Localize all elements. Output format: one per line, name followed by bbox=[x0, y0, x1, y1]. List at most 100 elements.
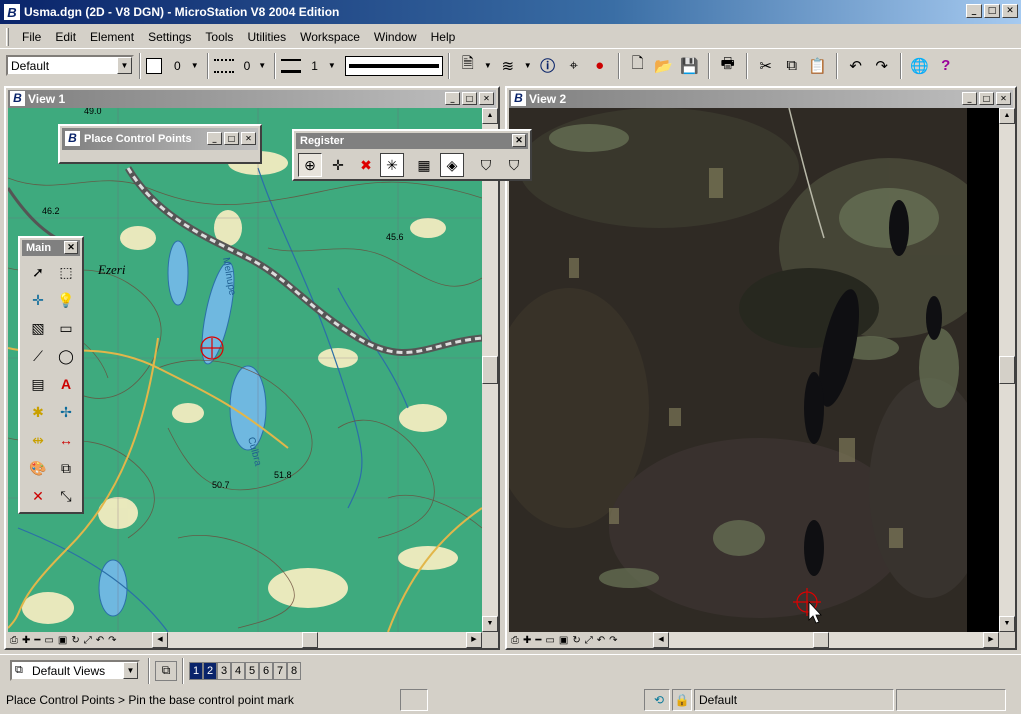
measure-distance-icon[interactable]: ↔ bbox=[54, 428, 78, 452]
snap-target-icon[interactable]: ⌖ bbox=[562, 54, 586, 78]
new-file-icon[interactable]: 🗋 bbox=[626, 54, 650, 78]
menu-tools[interactable]: Tools bbox=[198, 30, 240, 44]
window-area-icon[interactable]: ▭ bbox=[545, 635, 554, 646]
menu-element[interactable]: Element bbox=[83, 30, 141, 44]
scroll-left-icon[interactable]: ◀ bbox=[152, 632, 168, 648]
view-print-icon[interactable]: ⎙ bbox=[10, 635, 18, 646]
open-folder-icon[interactable]: 📂 bbox=[652, 54, 676, 78]
view-1-vscroll-thumb[interactable] bbox=[482, 356, 498, 384]
save-points-tool-icon[interactable]: ⛉ bbox=[474, 153, 498, 177]
register-title-bar[interactable]: Register ✕ bbox=[296, 133, 528, 149]
level-combo[interactable]: Default ▼ bbox=[6, 55, 134, 76]
load-points-tool-icon[interactable]: ⛉ bbox=[502, 153, 526, 177]
view-1-vertical-scrollbar[interactable]: ▲ ▼ bbox=[482, 108, 498, 632]
color-dropdown-icon[interactable]: ▼ bbox=[191, 61, 199, 70]
zoom-out-icon[interactable]: ━ bbox=[535, 635, 541, 646]
view-1-title-bar[interactable]: B View 1 _ □ ✕ bbox=[8, 90, 496, 108]
view-toggle-5[interactable]: 5 bbox=[245, 661, 259, 680]
scroll-up-icon[interactable]: ▲ bbox=[482, 108, 498, 124]
scroll-right-icon[interactable]: ▶ bbox=[466, 632, 482, 648]
place-circle-icon[interactable]: ◯ bbox=[54, 344, 78, 368]
cut-icon[interactable]: ✂ bbox=[754, 54, 778, 78]
menu-utilities[interactable]: Utilities bbox=[240, 30, 293, 44]
scroll-left-icon[interactable]: ◀ bbox=[653, 632, 669, 648]
line-weight-icon[interactable] bbox=[281, 58, 302, 73]
place-control-point-tool-icon[interactable]: ⊕ bbox=[298, 153, 322, 177]
place-control-points-title-bar[interactable]: B Place Control Points _ □ ✕ bbox=[62, 128, 258, 150]
copy-icon[interactable]: ⧉ bbox=[780, 54, 804, 78]
help-icon[interactable]: ? bbox=[934, 54, 958, 78]
paste-icon[interactable]: 📋 bbox=[806, 54, 830, 78]
layers-icon[interactable]: ≋ bbox=[496, 54, 520, 78]
view-2-window[interactable]: B View 2 _ □ ✕ ▲ ▼ ⎙ ✚ ━ ▭ ▣ ↻ ⤢ ↶ ↷ ◀ ▶ bbox=[505, 86, 1017, 650]
view-toggle-4[interactable]: 4 bbox=[231, 661, 245, 680]
view-2-title-bar[interactable]: B View 2 _ □ ✕ bbox=[509, 90, 1013, 108]
scroll-down-icon[interactable]: ▼ bbox=[999, 616, 1015, 632]
view-2-vertical-scrollbar[interactable]: ▲ ▼ bbox=[999, 108, 1015, 632]
delete-control-point-tool-icon[interactable]: ✖ bbox=[354, 153, 378, 177]
register-palette[interactable]: Register ✕ ⊕ ✛ ✖ ✳ ▦ ◈ ⛉ ⛉ bbox=[292, 129, 532, 181]
warp-image-tool-icon[interactable]: ◈ bbox=[440, 153, 464, 177]
modify-icon[interactable]: ✢ bbox=[54, 400, 78, 424]
menu-workspace[interactable]: Workspace bbox=[293, 30, 367, 44]
window-area-icon[interactable]: ▭ bbox=[44, 635, 53, 646]
view-2-horizontal-scrollbar[interactable]: ◀ ▶ bbox=[653, 632, 999, 648]
menu-window[interactable]: Window bbox=[367, 30, 424, 44]
tentative-point-icon[interactable]: 💡 bbox=[54, 288, 78, 312]
line-style-icon[interactable] bbox=[213, 58, 234, 73]
view-1-maximize-button[interactable]: □ bbox=[462, 92, 477, 105]
place-text-icon[interactable]: A bbox=[54, 372, 78, 396]
view-toggle-3[interactable]: 3 bbox=[217, 661, 231, 680]
place-cell-icon[interactable]: ▤ bbox=[26, 372, 50, 396]
element-selection-icon[interactable]: ➚ bbox=[26, 260, 50, 284]
menu-help[interactable]: Help bbox=[424, 30, 463, 44]
view-previous-icon[interactable]: ↶ bbox=[96, 635, 104, 646]
info-icon[interactable]: ⓘ bbox=[536, 54, 560, 78]
manipulate-icon[interactable]: ✱ bbox=[26, 400, 50, 424]
save-icon[interactable]: 💾 bbox=[678, 54, 702, 78]
delete-element-icon[interactable]: ✕ bbox=[26, 484, 50, 508]
register-close-button[interactable]: ✕ bbox=[512, 134, 526, 147]
rotate-view-icon[interactable]: ↻ bbox=[572, 635, 580, 646]
place-line-icon[interactable]: ⟋ bbox=[26, 344, 50, 368]
line-style-dropdown-icon[interactable]: ▼ bbox=[258, 61, 266, 70]
pcp-close-button[interactable]: ✕ bbox=[241, 132, 256, 145]
line-weight-dropdown-icon[interactable]: ▼ bbox=[328, 61, 336, 70]
record-icon[interactable]: ● bbox=[588, 54, 612, 78]
view-1-close-button[interactable]: ✕ bbox=[479, 92, 494, 105]
color-swatch-icon[interactable] bbox=[146, 57, 162, 74]
view-2-minimize-button[interactable]: _ bbox=[962, 92, 977, 105]
main-palette-close-button[interactable]: ✕ bbox=[64, 241, 78, 254]
place-control-points-dialog[interactable]: B Place Control Points _ □ ✕ bbox=[58, 124, 262, 164]
view-2-image-canvas[interactable] bbox=[509, 108, 999, 632]
view-previous-icon[interactable]: ↶ bbox=[597, 635, 605, 646]
rotate-view-icon[interactable]: ↻ bbox=[71, 635, 79, 646]
move-control-point-tool-icon[interactable]: ✛ bbox=[326, 153, 350, 177]
snap-mode-icon[interactable]: ⟲ bbox=[644, 689, 670, 711]
pan-view-icon[interactable]: ⤢ bbox=[84, 635, 92, 646]
print-icon[interactable]: 🖶 bbox=[716, 54, 740, 78]
undo-icon[interactable]: ↶ bbox=[844, 54, 868, 78]
zoom-in-icon[interactable]: ✚ bbox=[523, 635, 531, 646]
edit-points-tool-icon[interactable]: ▦ bbox=[412, 153, 436, 177]
scroll-up-icon[interactable]: ▲ bbox=[999, 108, 1015, 124]
redo-icon[interactable]: ↷ bbox=[870, 54, 894, 78]
copy-element-icon[interactable]: ⧉ bbox=[54, 456, 78, 480]
chevron-down-icon[interactable]: ▼ bbox=[123, 662, 138, 679]
main-palette-title-bar[interactable]: Main ✕ bbox=[22, 240, 80, 256]
fence-icon[interactable]: ⬚ bbox=[54, 260, 78, 284]
zoom-in-icon[interactable]: ✚ bbox=[22, 635, 30, 646]
view-groups-dialog-icon[interactable]: ⧉ bbox=[155, 660, 177, 681]
view-toggle-6[interactable]: 6 bbox=[259, 661, 273, 680]
view-next-icon[interactable]: ↷ bbox=[108, 635, 116, 646]
menu-edit[interactable]: Edit bbox=[48, 30, 83, 44]
main-tool-palette[interactable]: Main ✕ ➚ ⬚ ✛ 💡 ▧ ▭ ⟋ ◯ ▤ A ✱ ✢ ⇹ ↔ 🎨 ⧉ ✕… bbox=[18, 236, 84, 514]
view-groups-combo[interactable]: ⧉ Default Views ▼ bbox=[10, 660, 140, 681]
chevron-down-icon[interactable]: ▼ bbox=[484, 61, 492, 70]
view-2-vscroll-thumb[interactable] bbox=[999, 356, 1015, 384]
place-block-icon[interactable]: ▭ bbox=[54, 316, 78, 340]
document-properties-icon[interactable]: 🗎 bbox=[456, 54, 480, 78]
view-2-maximize-button[interactable]: □ bbox=[979, 92, 994, 105]
change-attributes-icon[interactable]: 🎨 bbox=[26, 456, 50, 480]
highlight-points-tool-icon[interactable]: ✳ bbox=[380, 153, 404, 177]
